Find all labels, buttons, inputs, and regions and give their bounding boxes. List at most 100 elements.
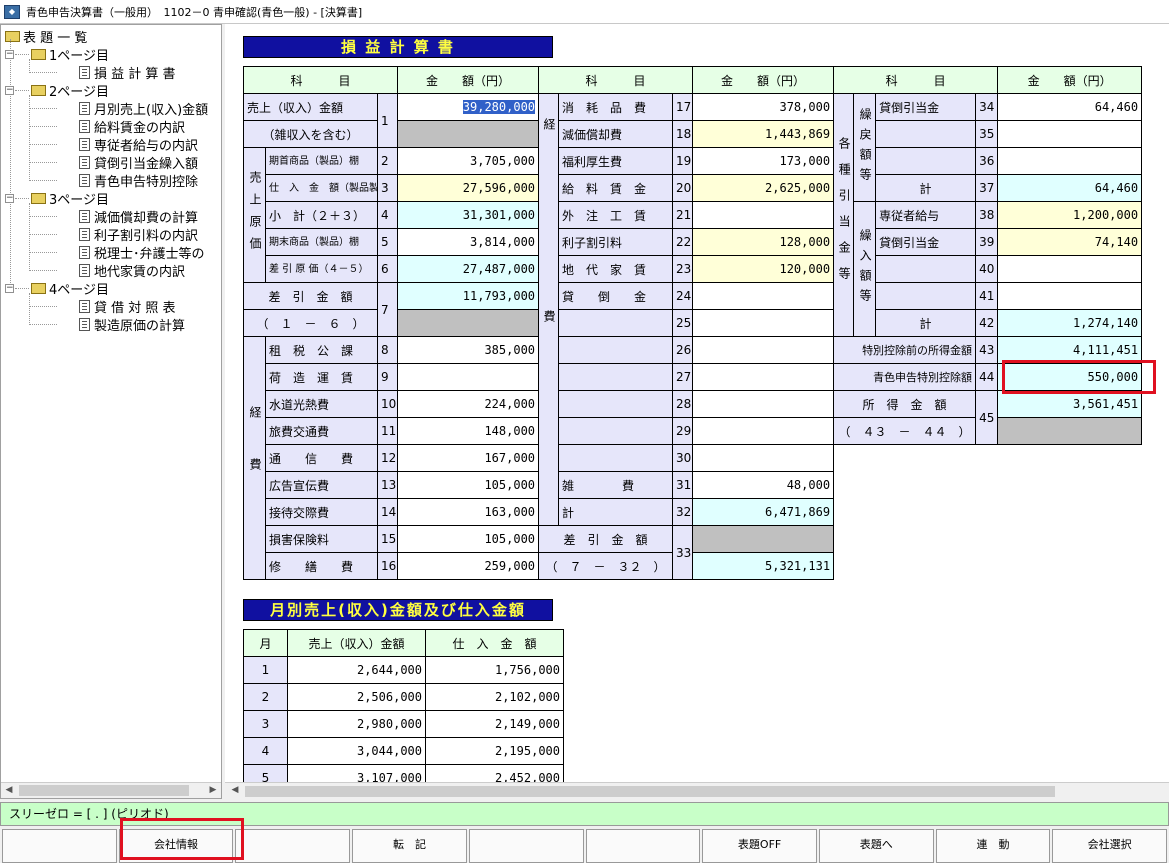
expense-amount[interactable]: 167,000: [397, 444, 540, 472]
tree-group-2[interactable]: − 2ページ目: [5, 81, 109, 100]
function-key-1[interactable]: [2, 829, 117, 863]
r33-blank[interactable]: [692, 525, 835, 553]
expense-amount[interactable]: 105,000: [397, 525, 540, 553]
r3-amount[interactable]: 27,596,000: [397, 174, 540, 202]
income-blank[interactable]: [997, 417, 1143, 445]
scroll-left-icon[interactable]: ◀: [1, 783, 17, 798]
index-tree-panel[interactable]: 表 題 一 覧 − 1ページ目 損 益 計 算 書 − 2ページ目 月別売上(収…: [0, 24, 222, 799]
function-key-3[interactable]: [235, 829, 351, 863]
r7-amount[interactable]: 11,793,000: [397, 282, 540, 310]
r40-amount[interactable]: [997, 255, 1143, 283]
tree-item[interactable]: 利子割引料の内訳: [29, 225, 198, 244]
expense-amount[interactable]: [692, 417, 835, 445]
r6-amount[interactable]: 27,487,000: [397, 255, 540, 283]
collapse-icon[interactable]: −: [5, 193, 14, 203]
r36-amount[interactable]: [997, 147, 1143, 175]
r5-amount[interactable]: 3,814,000: [397, 228, 540, 256]
purchase-cell[interactable]: 2,149,000: [425, 710, 564, 738]
tree-item[interactable]: 月別売上(収入)金額: [29, 99, 208, 118]
tree-item[interactable]: 地代家賃の内訳: [29, 261, 185, 280]
tree-item[interactable]: 減価償却費の計算: [29, 207, 198, 226]
folder-icon: [31, 192, 46, 204]
expense-group-label[interactable]: 経費: [538, 93, 560, 526]
purchase-cell[interactable]: 2,195,000: [425, 737, 564, 765]
expense-amount[interactable]: 385,000: [397, 336, 540, 364]
tree-item[interactable]: 青色申告特別控除: [29, 171, 198, 190]
expense-amount[interactable]: [692, 336, 835, 364]
r39-amount[interactable]: 74,140: [997, 228, 1143, 256]
expense-amount[interactable]: 148,000: [397, 417, 540, 445]
purchase-cell[interactable]: 2,102,000: [425, 683, 564, 711]
r38-amount[interactable]: 1,200,000: [997, 201, 1143, 229]
income-amount[interactable]: 3,561,451: [997, 390, 1143, 418]
expense-amount[interactable]: 378,000: [692, 93, 835, 121]
sales-cell[interactable]: 2,980,000: [287, 710, 426, 738]
scroll-left-icon[interactable]: ◀: [227, 783, 243, 798]
r7-blank[interactable]: [397, 309, 540, 337]
expense-amount[interactable]: 163,000: [397, 498, 540, 526]
expense-amount[interactable]: [692, 201, 835, 229]
tree-root[interactable]: 表 題 一 覧: [5, 27, 87, 46]
function-key-8[interactable]: 表題へ: [818, 829, 934, 863]
tree-horizontal-scrollbar[interactable]: ◀ ▶: [1, 782, 221, 798]
sales-cell[interactable]: 3,044,000: [287, 737, 426, 765]
scroll-right-icon[interactable]: ▶: [205, 783, 221, 798]
reserve-group-label[interactable]: 各種引当金等: [833, 93, 855, 337]
tree-item[interactable]: 製造原価の計算: [29, 315, 185, 334]
scrollbar-thumb[interactable]: [19, 785, 189, 796]
r35-amount[interactable]: [997, 120, 1143, 148]
expense-group-label[interactable]: 経費: [243, 336, 266, 580]
expense-amount[interactable]: 6,471,869: [692, 498, 835, 526]
main-horizontal-scrollbar[interactable]: ◀: [225, 782, 1169, 799]
r37-amount[interactable]: 64,460: [997, 174, 1143, 202]
expense-amount[interactable]: [397, 363, 540, 391]
expense-amount[interactable]: 2,625,000: [692, 174, 835, 202]
tree-group-1[interactable]: − 1ページ目: [5, 45, 109, 64]
purchase-cell[interactable]: 1,756,000: [425, 656, 564, 684]
tree-item[interactable]: 損 益 計 算 書: [29, 63, 176, 82]
expense-amount[interactable]: 259,000: [397, 552, 540, 580]
collapse-icon[interactable]: −: [5, 49, 14, 59]
sales-cell[interactable]: 2,644,000: [287, 656, 426, 684]
reversal-label[interactable]: 繰戻額等: [853, 93, 877, 202]
collapse-icon[interactable]: −: [5, 85, 14, 95]
r34-amount[interactable]: 64,460: [997, 93, 1143, 121]
tree-item[interactable]: 税理士･弁護士等の: [29, 243, 205, 262]
scrollbar-thumb[interactable]: [245, 786, 1055, 797]
expense-amount[interactable]: 120,000: [692, 255, 835, 283]
function-key-5[interactable]: [468, 829, 584, 863]
expense-amount[interactable]: 1,443,869: [692, 120, 835, 148]
r33-amount[interactable]: 5,321,131: [692, 552, 835, 580]
tree-item[interactable]: 給料賃金の内訳: [29, 117, 185, 136]
tree-item[interactable]: 専従者給与の内訳: [29, 135, 198, 154]
expense-amount[interactable]: 105,000: [397, 471, 540, 499]
r4-amount[interactable]: 31,301,000: [397, 201, 540, 229]
expense-amount[interactable]: 128,000: [692, 228, 835, 256]
tree-group-4[interactable]: − 4ページ目: [5, 279, 109, 298]
expense-amount[interactable]: 224,000: [397, 390, 540, 418]
function-key-6[interactable]: [585, 829, 701, 863]
tree-item[interactable]: 貸倒引当金繰入額: [29, 153, 198, 172]
expense-amount[interactable]: 173,000: [692, 147, 835, 175]
tree-group-3[interactable]: − 3ページ目: [5, 189, 109, 208]
function-key-4[interactable]: 転 記: [352, 829, 467, 863]
cogs-group-label[interactable]: 売上原価: [243, 147, 266, 283]
function-key-9[interactable]: 連 動: [935, 829, 1051, 863]
collapse-icon[interactable]: −: [5, 283, 14, 293]
tree-item[interactable]: 貸 借 対 照 表: [29, 297, 176, 316]
r2-amount[interactable]: 3,705,000: [397, 147, 540, 175]
function-key-7[interactable]: 表題OFF: [702, 829, 817, 863]
expense-amount[interactable]: [692, 390, 835, 418]
expense-amount[interactable]: [692, 444, 835, 472]
function-key-10[interactable]: 会社選択: [1052, 829, 1168, 863]
expense-amount[interactable]: [692, 282, 835, 310]
expense-amount[interactable]: [692, 363, 835, 391]
expense-amount[interactable]: 48,000: [692, 471, 835, 499]
sales-cell[interactable]: 2,506,000: [287, 683, 426, 711]
r41-amount[interactable]: [997, 282, 1143, 310]
sales-amount-input[interactable]: 39,280,000: [397, 93, 540, 121]
sales-blank[interactable]: [397, 120, 540, 148]
provision-label[interactable]: 繰入額等: [853, 201, 877, 337]
expense-amount[interactable]: [692, 309, 835, 337]
r42-amount[interactable]: 1,274,140: [997, 309, 1143, 337]
